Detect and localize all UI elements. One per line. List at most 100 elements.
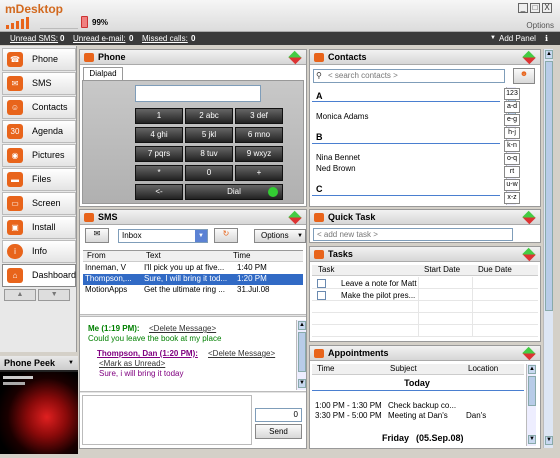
task-name[interactable]: Make the pilot pres... [341,291,415,300]
scroll-down-icon[interactable]: ▼ [528,435,536,444]
phone-peek-screen[interactable] [0,356,78,454]
alpha-filter-uw[interactable]: u-w [504,179,520,191]
key-0[interactable]: 0 [185,165,233,181]
panel-settings-icon[interactable] [288,210,302,225]
column-header[interactable]: Subject [390,364,417,373]
delete-message-link[interactable]: <Delete Message> [208,349,275,358]
column-header[interactable]: Task [318,265,334,274]
nav-agenda[interactable]: 30 Agenda [2,120,76,143]
panel-settings-icon[interactable] [522,50,536,65]
nav-sms[interactable]: ✉ SMS [2,72,76,95]
nav-dashboard[interactable]: ⌂ Dashboard [2,264,76,287]
nav-files[interactable]: ▬ Files [2,168,76,191]
scroll-up-icon[interactable]: ▲ [545,50,553,59]
send-button[interactable]: Send [255,424,302,439]
backspace-button[interactable]: <- [135,184,183,200]
table-row[interactable]: Inneman, V I'll pick you up at five... 1… [83,263,303,274]
delete-message-link[interactable]: <Delete Message> [149,324,216,333]
main-scrollbar[interactable]: ▲ ▼ [543,49,553,448]
task-name[interactable]: Leave a note for Matt [341,279,417,288]
key-9[interactable]: 9 wxyz [235,146,283,162]
key-4[interactable]: 4 ghi [135,127,183,143]
table-row-selected[interactable]: Thompson,... Sure, I will bring it tod..… [83,274,303,285]
unread-sms-label[interactable]: Unread SMS: [10,32,58,45]
column-header[interactable]: Time [233,251,250,260]
nav-down-arrow-icon[interactable]: ▼ [38,289,71,301]
nav-info[interactable]: i Info [2,240,76,263]
alpha-filter-eg[interactable]: e-g [504,114,520,126]
nav-install[interactable]: ▣ Install [2,216,76,239]
compose-sms-button[interactable]: ✉ [85,228,109,243]
conversation-scrollbar[interactable]: ▲ ▼ [296,320,306,390]
contact-item[interactable]: Nina Bennet [316,153,360,162]
key-3[interactable]: 3 def [235,108,283,124]
message-compose-field[interactable] [82,395,252,445]
scroll-down-icon[interactable]: ▼ [545,436,553,445]
alpha-filter-ad[interactable]: a-d [504,101,520,113]
nav-pictures[interactable]: ◉ Pictures [2,144,76,167]
column-header[interactable]: Start Date [424,265,460,274]
phone-peek-header[interactable]: Phone Peek ▼ [0,356,78,370]
panel-settings-icon[interactable] [288,50,302,65]
unread-email-label[interactable]: Unread e-mail: [73,32,125,45]
key-plus[interactable]: + [235,165,283,181]
column-header[interactable]: Due Date [478,265,512,274]
chevron-down-icon[interactable]: ▼ [195,230,207,242]
dial-number-field[interactable] [135,85,261,102]
nav-phone[interactable]: ☎ Phone [2,48,76,71]
splitter[interactable] [80,314,306,317]
panel-settings-icon[interactable] [522,346,536,361]
appointment-subject[interactable]: Check backup co... [388,401,456,410]
options-link[interactable]: Options [526,21,554,30]
scroll-up-icon[interactable]: ▲ [528,365,536,374]
nav-contacts[interactable]: ☺ Contacts [2,96,76,119]
scroll-thumb[interactable] [528,376,536,406]
alpha-filter-hj[interactable]: h-j [504,127,520,139]
alpha-filter-kn[interactable]: k-n [504,140,520,152]
scroll-down-icon[interactable]: ▼ [298,379,306,388]
column-header[interactable]: From [87,251,106,260]
scroll-up-icon[interactable]: ▲ [298,321,306,330]
alpha-filter-123[interactable]: 123 [504,88,520,100]
column-header[interactable]: Text [146,251,161,260]
key-7[interactable]: 7 pqrs [135,146,183,162]
minimize-button[interactable]: _ [518,3,528,13]
alpha-filter-oq[interactable]: o-q [504,153,520,165]
tab-dialpad[interactable]: Dialpad [83,67,123,80]
appointment-time[interactable]: 3:30 PM - 5:00 PM [315,411,382,420]
nav-up-arrow-icon[interactable]: ▲ [4,289,36,301]
refresh-button[interactable]: ↻ [214,228,238,243]
appointment-subject[interactable]: Meeting at Dan's [388,411,448,420]
new-task-input[interactable]: < add new task > [313,228,513,241]
panel-settings-icon[interactable] [522,210,536,225]
key-2[interactable]: 2 abc [185,108,233,124]
panel-settings-icon[interactable] [522,247,536,262]
sms-options-button[interactable]: Options ▼ [254,229,306,243]
contact-item[interactable]: Monica Adams [316,112,368,121]
add-panel-button[interactable]: Add Panel [499,32,536,45]
alpha-filter-rt[interactable]: rt [504,166,520,178]
missed-calls-label[interactable]: Missed calls: [142,32,188,45]
key-8[interactable]: 8 tuv [185,146,233,162]
key-6[interactable]: 6 mno [235,127,283,143]
scroll-thumb[interactable] [545,61,553,311]
close-button[interactable]: X [542,3,552,13]
info-small-icon[interactable]: ℹ [545,32,548,45]
splitter[interactable] [80,391,306,393]
dial-button[interactable]: Dial [185,184,283,200]
column-header[interactable]: Time [317,364,334,373]
task-checkbox[interactable] [317,291,326,300]
table-row[interactable]: MotionApps Get the ultimate ring ... 31.… [83,285,303,296]
add-contact-button[interactable]: ☻ [513,68,535,84]
contact-search-input[interactable]: ⚲ < search contacts > [313,69,505,83]
key-5[interactable]: 5 jkl [185,127,233,143]
contact-item[interactable]: Ned Brown [316,164,356,173]
appointments-scrollbar[interactable]: ▲ ▼ [526,364,536,446]
key-star[interactable]: * [135,165,183,181]
nav-screen[interactable]: ▭ Screen [2,192,76,215]
maximize-button[interactable]: □ [530,3,540,13]
chevron-down-icon[interactable]: ▼ [68,356,74,370]
scroll-thumb[interactable] [298,332,306,372]
mark-unread-link[interactable]: <Mark as Unread> [99,359,165,368]
folder-select[interactable]: Inbox ▼ [118,229,208,243]
